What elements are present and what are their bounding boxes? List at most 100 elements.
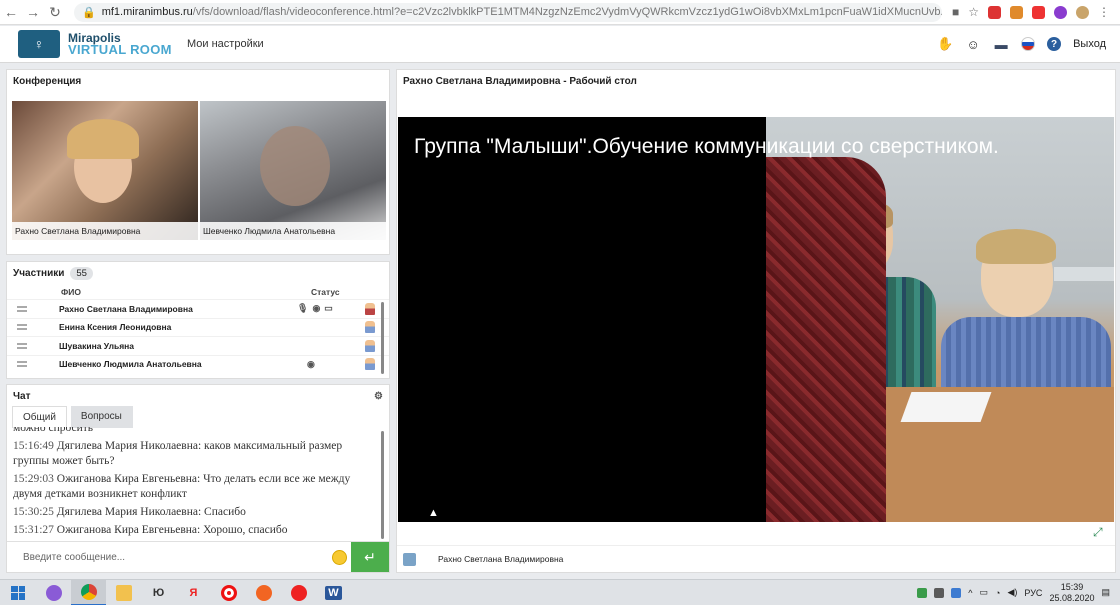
extension-icon[interactable] xyxy=(988,5,1001,19)
video-tile[interactable]: Рахно Светлана Владимировна xyxy=(12,101,198,240)
message-time: 15:31:27 xyxy=(13,524,54,536)
taskbar-app-yu[interactable]: Ю xyxy=(141,580,176,605)
taskbar-app-alice[interactable] xyxy=(36,580,71,605)
user-icon xyxy=(365,321,375,334)
system-tray: ^ ▭ ◔ ◀) РУС 15:39 25.08.2020 ▤ xyxy=(917,582,1120,604)
extension-icon[interactable] xyxy=(1032,5,1045,19)
chat-message-partial: можно спросить xyxy=(13,427,94,434)
battery-icon[interactable]: ▭ xyxy=(980,587,989,598)
chat-scrollbar[interactable] xyxy=(381,431,384,539)
forward-icon[interactable]: → xyxy=(22,4,44,20)
drag-handle-icon[interactable] xyxy=(17,361,27,368)
network-icon[interactable]: ◔ xyxy=(995,588,1000,598)
taskbar-app-yandex-browser[interactable] xyxy=(281,580,316,605)
star-icon[interactable]: ☆ xyxy=(968,5,979,19)
chat-panel: Чат ⚙ Общий Вопросы можно спросить 15:16… xyxy=(6,384,390,573)
clock[interactable]: 15:39 25.08.2020 xyxy=(1049,582,1094,604)
extension-icon[interactable] xyxy=(1010,5,1023,19)
message-input[interactable]: Введите сообщение... ↵ xyxy=(7,541,389,572)
drag-handle-icon[interactable] xyxy=(17,342,27,349)
start-button[interactable] xyxy=(0,580,36,605)
taskbar-app-chrome[interactable] xyxy=(71,579,106,605)
webcam-icon[interactable]: ◉ xyxy=(312,303,320,314)
media-icon xyxy=(255,584,272,601)
video-tile-name: Рахно Светлана Владимировна xyxy=(12,222,198,240)
participant-row[interactable]: Шевченко Людмила Анатольевна ◉ xyxy=(7,354,389,374)
participant-row[interactable]: Енина Ксения Леонидовна xyxy=(7,317,389,337)
tray-app-icon[interactable] xyxy=(951,587,962,598)
taskbar-app-opera[interactable] xyxy=(211,580,246,605)
participant-name: Енина Ксения Леонидовна xyxy=(59,322,172,333)
message-author: Дягилева Мария Николаевна: xyxy=(56,440,202,452)
chat-settings-icon[interactable]: ⚙ xyxy=(374,391,383,402)
emoji-icon[interactable]: ☺ xyxy=(965,36,981,52)
webcam-icon[interactable]: ◉ xyxy=(307,359,315,370)
participants-title: Участники xyxy=(13,268,65,279)
extensions-bar: ■ ☆ ⋮ xyxy=(942,5,1120,19)
taskbar-app-explorer[interactable] xyxy=(106,580,141,605)
yu-icon: Ю xyxy=(152,586,165,599)
extension-icon[interactable] xyxy=(1054,5,1067,19)
profile-avatar[interactable] xyxy=(1076,5,1089,19)
show-hidden-icon[interactable]: ^ xyxy=(968,588,972,598)
participant-name: Рахно Светлана Владимировна xyxy=(59,303,193,314)
emoji-picker-icon[interactable] xyxy=(332,550,347,565)
taskbar-app-word[interactable]: W xyxy=(316,580,351,605)
camera-icon[interactable]: ■ xyxy=(952,5,959,19)
send-button[interactable]: ↵ xyxy=(351,542,389,572)
tray-app-icon[interactable] xyxy=(917,587,928,598)
message-author: Дягилева Мария Николаевна: xyxy=(56,506,202,518)
word-icon: W xyxy=(325,585,342,600)
participant-hair xyxy=(67,119,139,159)
scene-child-right-hair xyxy=(976,229,1056,264)
back-icon[interactable]: ← xyxy=(0,4,22,20)
raise-hand-icon[interactable]: ✋ xyxy=(937,36,953,52)
scene-child-right xyxy=(941,317,1111,387)
logo: ♀ Mirapolis VIRTUAL ROOM xyxy=(0,30,175,58)
video-caption: Группа "Малыши".Обучение коммуникации со… xyxy=(414,135,999,158)
chat-message: 15:31:27 Ожиганова Кира Евгеньевна: Хоро… xyxy=(13,523,379,538)
user-icon xyxy=(365,339,375,352)
mouse-cursor-icon: ▲ xyxy=(428,507,439,519)
screen-share-icon xyxy=(403,552,416,566)
presenter-name: Рахно Светлана Владимировна xyxy=(438,554,564,564)
participant-face xyxy=(260,126,330,206)
address-bar[interactable]: 🔒 mf1.miranimbus.ru /vfs/download/flash/… xyxy=(74,2,942,22)
drag-handle-icon[interactable] xyxy=(17,305,27,312)
microphone-icon[interactable]: 🎙 xyxy=(297,303,308,314)
shared-video[interactable]: Группа "Малыши".Обучение коммуникации со… xyxy=(398,117,1114,522)
screen-icon[interactable]: ▭ xyxy=(324,303,333,314)
windows-icon xyxy=(11,585,25,600)
taskbar-app-yandex[interactable]: Я xyxy=(176,580,211,605)
desktop-title: Рахно Светлана Владимировна - Рабочий ст… xyxy=(403,76,637,87)
tab-questions[interactable]: Вопросы xyxy=(70,406,133,428)
participants-scrollbar[interactable] xyxy=(381,302,384,374)
url-path: /vfs/download/flash/videoconference.html… xyxy=(192,6,942,18)
language-flag-icon[interactable] xyxy=(1021,37,1036,51)
menu-icon[interactable]: ⋮ xyxy=(1098,5,1110,19)
fullscreen-icon[interactable]: ⤢ xyxy=(1093,525,1107,539)
participant-row[interactable]: Рахно Светлана Владимировна 🎙 ◉ ▭ xyxy=(7,299,389,318)
desktop-panel: Рахно Светлана Владимировна - Рабочий ст… xyxy=(396,69,1116,573)
reload-icon[interactable]: ↻ xyxy=(44,4,66,21)
folder-icon xyxy=(115,584,132,601)
message-input-placeholder: Введите сообщение... xyxy=(23,551,126,563)
conference-title: Конференция xyxy=(13,76,82,87)
taskbar-app-media[interactable] xyxy=(246,580,281,605)
participant-row[interactable]: Шувакина Ульяна xyxy=(7,336,389,355)
exit-button[interactable]: Выход xyxy=(1073,38,1106,50)
folder-icon[interactable]: ▬ xyxy=(993,36,1009,52)
tab-general[interactable]: Общий xyxy=(12,406,67,428)
desktop-footer: Рахно Светлана Владимировна xyxy=(397,545,1115,572)
my-settings-link[interactable]: Мои настройки xyxy=(187,38,264,50)
language-indicator[interactable]: РУС xyxy=(1024,588,1042,598)
video-tile-name: Шевченко Людмила Анатольевна xyxy=(200,222,386,240)
drag-handle-icon[interactable] xyxy=(17,324,27,331)
participant-name: Шевченко Людмила Анатольевна xyxy=(59,359,202,370)
help-icon[interactable]: ? xyxy=(1047,37,1062,51)
participants-panel: Участники 55 ФИО Статус Рахно Светлана В… xyxy=(6,261,390,379)
notifications-icon[interactable]: ▤ xyxy=(1101,587,1110,598)
volume-icon[interactable]: ◀) xyxy=(1007,587,1017,598)
video-tile[interactable]: Шевченко Людмила Анатольевна xyxy=(200,101,386,240)
tray-app-icon[interactable] xyxy=(934,587,945,598)
